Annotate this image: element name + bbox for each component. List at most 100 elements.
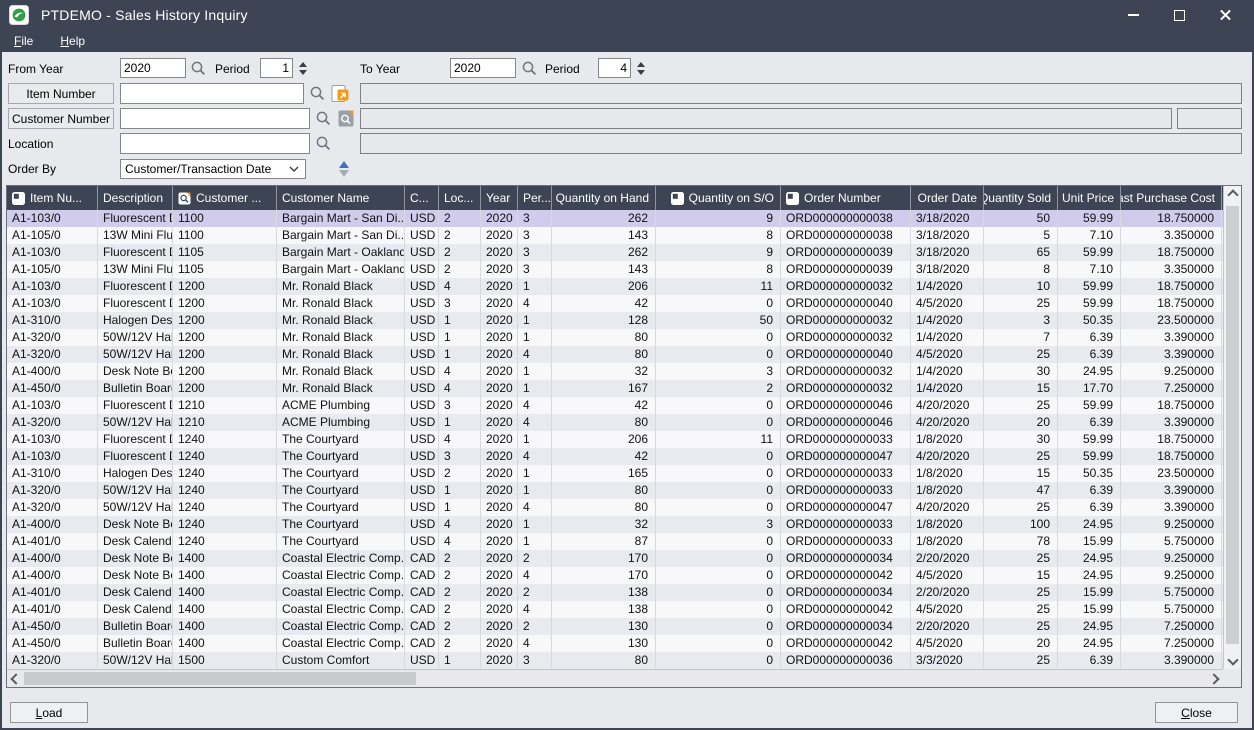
table-row[interactable]: A1-400/0Desk Note Book1400Coastal Electr… bbox=[7, 567, 1223, 584]
horizontal-scrollbar[interactable] bbox=[7, 669, 1223, 687]
cell-customer_number: 1240 bbox=[173, 482, 277, 499]
table-row[interactable]: A1-320/050W/12V Halog...1210ACME Plumbin… bbox=[7, 414, 1223, 431]
cell-year: 2020 bbox=[481, 499, 518, 516]
cell-description: 50W/12V Halog... bbox=[98, 346, 173, 363]
cell-last_purchase_cost: 9.250000 bbox=[1121, 363, 1222, 380]
table-row[interactable]: A1-103/0Fluorescent Des...1100Bargain Ma… bbox=[7, 210, 1223, 227]
location-finder-icon[interactable] bbox=[315, 135, 332, 152]
table-row[interactable]: A1-105/013W Mini Fluore...1100Bargain Ma… bbox=[7, 227, 1223, 244]
column-header-customer_number[interactable]: Customer ... bbox=[173, 186, 277, 210]
cell-year: 2020 bbox=[481, 550, 518, 567]
cell-last_purchase_cost: 3.350000 bbox=[1121, 261, 1222, 278]
chevron-down-icon bbox=[1227, 654, 1238, 665]
menu-file[interactable]: File bbox=[14, 34, 33, 48]
menu-help[interactable]: Help bbox=[60, 34, 85, 48]
column-header-quantity_sold[interactable]: Quantity Sold bbox=[984, 186, 1058, 210]
customer-number-input[interactable] bbox=[120, 108, 310, 129]
column-header-quantity_on_so[interactable]: Quantity on S/O bbox=[656, 186, 781, 210]
item-finder-icon[interactable] bbox=[309, 85, 326, 102]
cell-unit_price: 6.39 bbox=[1058, 499, 1121, 516]
order-by-select[interactable]: Customer/Transaction Date bbox=[120, 159, 306, 179]
to-year-finder-icon[interactable] bbox=[521, 60, 538, 77]
cell-quantity_sold: 25 bbox=[984, 618, 1058, 635]
customer-number-button[interactable]: Customer Number bbox=[8, 108, 114, 129]
column-header-year[interactable]: Year bbox=[481, 186, 518, 210]
maximize-button[interactable] bbox=[1156, 0, 1202, 30]
column-header-unit_price[interactable]: Unit Price bbox=[1058, 186, 1121, 210]
table-row[interactable]: A1-401/0Desk Calendar ...1240The Courtya… bbox=[7, 533, 1223, 550]
table-row[interactable]: A1-400/0Desk Note Book1400Coastal Electr… bbox=[7, 550, 1223, 567]
table-row[interactable]: A1-320/050W/12V Halog...1240The Courtyar… bbox=[7, 499, 1223, 516]
column-header-period[interactable]: Per... bbox=[518, 186, 552, 210]
sort-direction-control[interactable] bbox=[338, 158, 350, 180]
cell-currency: USD bbox=[405, 244, 439, 261]
table-row[interactable]: A1-450/0Bulletin Board1400Coastal Electr… bbox=[7, 618, 1223, 635]
column-header-currency[interactable]: C... bbox=[405, 186, 439, 210]
table-row[interactable]: A1-103/0Fluorescent Des...1240The Courty… bbox=[7, 431, 1223, 448]
cell-unit_price: 59.99 bbox=[1058, 448, 1121, 465]
cell-last_purchase_cost: 18.750000 bbox=[1121, 244, 1222, 261]
cell-order_number: ORD000000000032 bbox=[781, 312, 911, 329]
table-row[interactable]: A1-320/050W/12V Halog...1200Mr. Ronald B… bbox=[7, 329, 1223, 346]
close-button[interactable]: Close bbox=[1155, 702, 1238, 723]
cell-period: 3 bbox=[518, 227, 552, 244]
customer-finder-icon[interactable] bbox=[315, 110, 332, 127]
scroll-left-button[interactable] bbox=[9, 670, 23, 687]
column-header-description[interactable]: Description bbox=[98, 186, 173, 210]
scroll-up-button[interactable] bbox=[1224, 188, 1241, 202]
table-row[interactable]: A1-320/050W/12V Halog...1500Custom Comfo… bbox=[7, 652, 1223, 669]
table-row[interactable]: A1-400/0Desk Note Book1240The CourtyardU… bbox=[7, 516, 1223, 533]
table-row[interactable]: A1-103/0Fluorescent Des...1200Mr. Ronald… bbox=[7, 278, 1223, 295]
cell-last_purchase_cost: 5.750000 bbox=[1121, 533, 1222, 550]
table-row[interactable]: A1-450/0Bulletin Board1400Coastal Electr… bbox=[7, 635, 1223, 652]
table-row[interactable]: A1-310/0Halogen Desk Li...1200Mr. Ronald… bbox=[7, 312, 1223, 329]
table-row[interactable]: A1-103/0Fluorescent Des...1200Mr. Ronald… bbox=[7, 295, 1223, 312]
table-row[interactable]: A1-401/0Desk Calendar ...1400Coastal Ele… bbox=[7, 584, 1223, 601]
table-row[interactable]: A1-103/0Fluorescent Des...1210ACME Plumb… bbox=[7, 397, 1223, 414]
from-year-input[interactable] bbox=[120, 58, 186, 78]
scroll-right-button[interactable] bbox=[1207, 670, 1221, 687]
to-year-input[interactable] bbox=[450, 58, 516, 78]
column-header-order_date[interactable]: Order Date bbox=[911, 186, 984, 210]
cell-quantity_on_so: 0 bbox=[656, 533, 781, 550]
table-row[interactable]: A1-320/050W/12V Halog...1200Mr. Ronald B… bbox=[7, 346, 1223, 363]
horizontal-scroll-thumb[interactable] bbox=[24, 672, 416, 685]
table-row[interactable]: A1-401/0Desk Calendar ...1400Coastal Ele… bbox=[7, 601, 1223, 618]
table-row[interactable]: A1-320/050W/12V Halog...1240The Courtyar… bbox=[7, 482, 1223, 499]
column-header-location[interactable]: Loc... bbox=[439, 186, 481, 210]
cell-unit_price: 24.95 bbox=[1058, 567, 1121, 584]
item-number-button[interactable]: Item Number bbox=[8, 83, 114, 104]
item-number-input[interactable] bbox=[120, 83, 304, 104]
scroll-down-button[interactable] bbox=[1224, 653, 1241, 667]
column-header-last_purchase_cost[interactable]: Last Purchase Cost bbox=[1121, 186, 1222, 210]
to-period-spinner[interactable] bbox=[634, 58, 647, 78]
cell-year: 2020 bbox=[481, 601, 518, 618]
from-period-input[interactable] bbox=[260, 58, 293, 78]
table-row[interactable]: A1-400/0Desk Note Book1200Mr. Ronald Bla… bbox=[7, 363, 1223, 380]
minimize-button[interactable] bbox=[1110, 0, 1156, 30]
to-period-input[interactable] bbox=[598, 58, 631, 78]
table-row[interactable]: A1-450/0Bulletin Board1200Mr. Ronald Bla… bbox=[7, 380, 1223, 397]
vertical-scroll-thumb[interactable] bbox=[1226, 206, 1239, 644]
load-button[interactable]: Load bbox=[10, 702, 88, 723]
item-drilldown-icon[interactable] bbox=[331, 84, 349, 103]
cell-quantity_on_hand: 130 bbox=[552, 618, 656, 635]
cell-customer_number: 1100 bbox=[173, 210, 277, 227]
table-row[interactable]: A1-310/0Halogen Desk Li...1240The Courty… bbox=[7, 465, 1223, 482]
close-window-button[interactable] bbox=[1202, 0, 1248, 30]
table-row[interactable]: A1-105/013W Mini Fluore...1105Bargain Ma… bbox=[7, 261, 1223, 278]
from-year-finder-icon[interactable] bbox=[190, 60, 207, 77]
vertical-scrollbar[interactable] bbox=[1223, 186, 1241, 669]
customer-inquiry-icon[interactable] bbox=[337, 109, 355, 128]
table-row[interactable]: A1-103/0Fluorescent Des...1105Bargain Ma… bbox=[7, 244, 1223, 261]
column-header-order_number[interactable]: Order Number bbox=[781, 186, 911, 210]
location-input[interactable] bbox=[120, 133, 310, 154]
cell-customer_name: Bargain Mart - Oakland bbox=[277, 244, 405, 261]
column-header-item_number[interactable]: Item Nu... bbox=[7, 186, 98, 210]
cell-period: 4 bbox=[518, 414, 552, 431]
table-row[interactable]: A1-103/0Fluorescent Des...1240The Courty… bbox=[7, 448, 1223, 465]
from-period-spinner[interactable] bbox=[296, 58, 309, 78]
column-header-quantity_on_hand[interactable]: Quantity on Hand bbox=[552, 186, 656, 210]
column-header-customer_name[interactable]: Customer Name bbox=[277, 186, 405, 210]
cell-quantity_sold: 15 bbox=[984, 380, 1058, 397]
